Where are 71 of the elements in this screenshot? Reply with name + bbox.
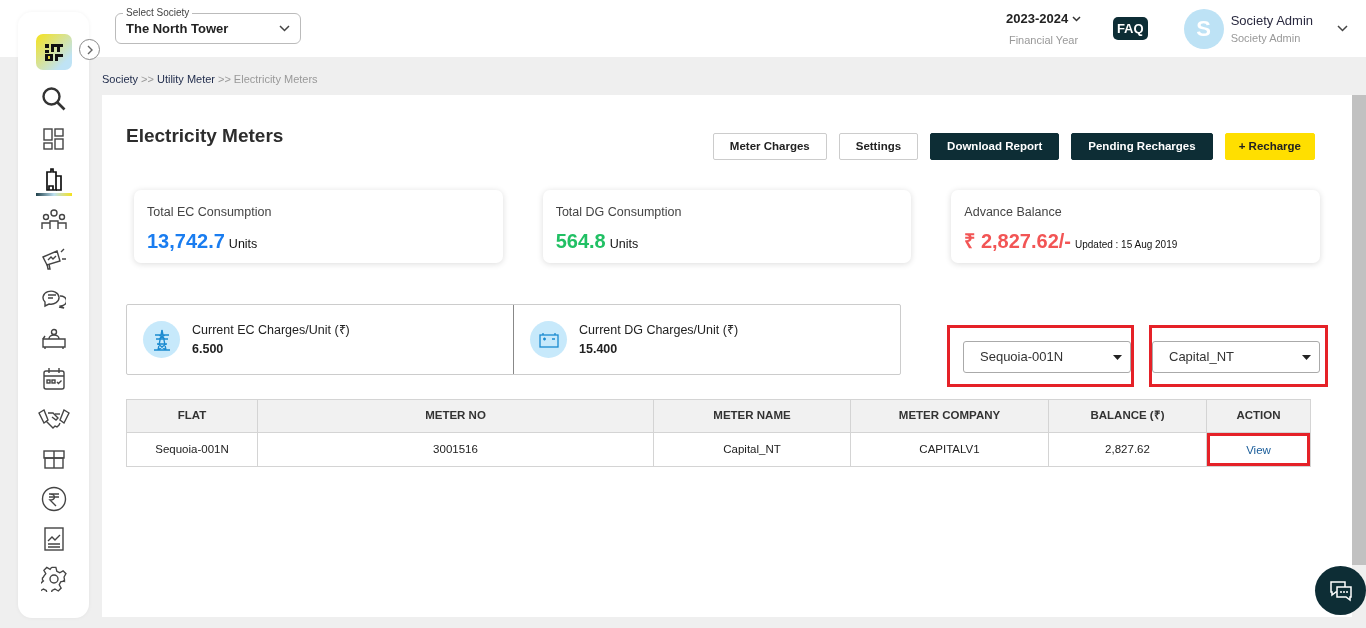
column-header: METER NAME: [653, 399, 851, 433]
stat-label: Total EC Consumption: [147, 204, 273, 221]
action-button[interactable]: Meter Charges: [712, 133, 827, 160]
charge-value: 6.500: [192, 340, 225, 358]
stat-value: 13,742.7: [147, 228, 225, 254]
user-name: Society Admin: [1230, 11, 1313, 30]
stat-value: 564.8: [555, 228, 606, 254]
chevron-down-icon: [1071, 16, 1081, 23]
financial-year-selector[interactable]: 2023-2024 Financial Year: [1006, 8, 1081, 49]
user-avatar: S: [1183, 8, 1224, 49]
chevron-down-icon: [1337, 25, 1348, 32]
table-cell: 3001516: [257, 432, 654, 467]
filter-dropdown[interactable]: Sequoia-001N: [963, 341, 1131, 373]
user-role: Society Admin: [1230, 31, 1302, 46]
action-button[interactable]: Download Report: [930, 133, 1060, 160]
user-menu[interactable]: S Society Admin Society Admin: [1183, 8, 1348, 49]
report-icon: [43, 527, 64, 551]
faq-button[interactable]: FAQ: [1112, 16, 1148, 41]
stat-unit: Units: [609, 235, 639, 253]
handshake-icon: [37, 408, 70, 430]
stat-label: Total DG Consumption: [555, 204, 683, 221]
chevron-right-icon: [85, 44, 94, 55]
gift-icon: [41, 449, 66, 469]
caret-down-icon: [1302, 354, 1311, 360]
calendar-icon: [41, 367, 66, 391]
chat-button[interactable]: [1315, 566, 1366, 615]
scrollbar[interactable]: [1352, 95, 1366, 565]
filter-dropdown[interactable]: Capital_NT: [1152, 341, 1320, 373]
charge-label: Current DG Charges/Unit (₹): [579, 321, 739, 339]
stat-value: ₹ 2,827.62/-: [964, 228, 1071, 254]
caret-down-icon: [1113, 354, 1122, 360]
chat-icon: [1327, 578, 1354, 603]
field-label: Select Society: [123, 7, 193, 19]
breadcrumb-separator: >>: [141, 71, 154, 87]
table-cell: 2,827.62: [1048, 432, 1207, 467]
action-button[interactable]: Settings: [838, 133, 919, 160]
search-icon: [40, 86, 67, 112]
updated-date: Updated : 15 Aug 2019: [1074, 237, 1178, 252]
action-button[interactable]: Pending Recharges: [1071, 133, 1213, 160]
column-header: ACTION: [1206, 399, 1311, 433]
rupee-icon: [40, 486, 67, 512]
megaphone-icon: [40, 247, 67, 271]
table-cell: CAPITALV1: [850, 432, 1049, 467]
reception-desk-icon: [40, 328, 67, 350]
charge-label: Current EC Charges/Unit (₹): [192, 321, 350, 339]
expand-sidebar-button[interactable]: [79, 39, 100, 60]
column-header: FLAT: [126, 399, 258, 433]
chat-icon: [41, 288, 66, 310]
breadcrumb-link[interactable]: Society: [102, 70, 139, 88]
tower-icon: [143, 321, 180, 358]
battery-icon: [530, 321, 567, 358]
settings-icon: [40, 566, 67, 592]
column-header: METER COMPANY: [850, 399, 1049, 433]
breadcrumb-current: Electricity Meters: [233, 71, 318, 87]
building-icon: [44, 167, 63, 191]
charge-value: 15.400: [579, 340, 619, 358]
view-link[interactable]: View: [1207, 433, 1310, 466]
breadcrumb-link[interactable]: Utility Meter: [156, 70, 215, 88]
chevron-down-icon: [279, 25, 290, 32]
table-cell: Capital_NT: [653, 432, 851, 467]
dashboard-icon: [42, 128, 65, 150]
breadcrumb-separator: >>: [218, 71, 231, 87]
table-cell: Sequoia-001N: [126, 432, 258, 467]
column-header: BALANCE (₹): [1048, 399, 1207, 433]
app-logo[interactable]: [35, 34, 72, 70]
people-icon: [40, 208, 67, 230]
recharge-button[interactable]: + Recharge: [1224, 133, 1315, 160]
page-title: Electricity Meters: [126, 125, 284, 148]
stat-label: Advance Balance: [964, 204, 1063, 221]
stat-unit: Units: [228, 235, 258, 253]
column-header: METER NO: [257, 399, 654, 433]
